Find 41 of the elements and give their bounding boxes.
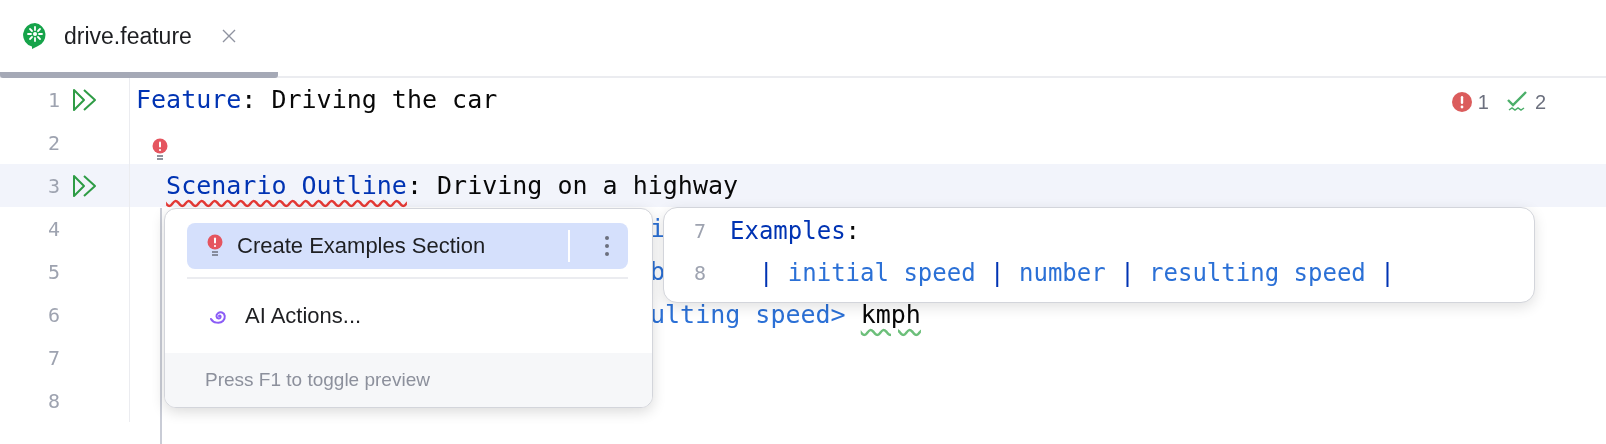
line-number: 4 [46,216,60,241]
close-icon[interactable] [221,29,236,43]
code-text: | [1380,259,1395,287]
lightbulb-icon [207,234,223,258]
code-text: : Driving the car [241,85,498,114]
line-number: 7 [46,345,60,370]
warning-count: 2 [1534,90,1546,114]
lightbulb-icon[interactable] [152,137,168,162]
code-text: resulting speed [1148,259,1367,287]
code-text: | [1120,259,1135,287]
line-number: 8 [692,261,706,285]
code-text: initial speed [786,259,977,287]
code-text: i [650,214,666,243]
more-icon[interactable] [604,234,610,258]
code-text: kmph [860,300,921,329]
line-number: 1 [46,87,60,112]
error-icon[interactable] [1451,92,1472,112]
code-text: | [758,259,774,287]
code-text: : Driving on a highway [406,171,739,200]
line-number: 6 [46,302,60,327]
line-number: 7 [692,219,706,243]
cucumber-icon [22,22,48,50]
menu-item[interactable]: Create Examples Section [187,223,628,269]
error-count: 1 [1477,90,1489,114]
code-text: | [990,259,1005,287]
code-text: : [845,217,861,245]
line-number: 2 [46,130,60,155]
code-text: number [1018,259,1107,287]
code-text: Examples [730,217,846,245]
run-icon[interactable] [72,87,98,112]
line-number: 8 [46,388,60,413]
line-number: 3 [46,173,60,198]
code-text: Feature [136,85,242,114]
menu-item[interactable]: AI Actions... [187,293,628,339]
editor-tab[interactable]: drive.feature [0,0,278,78]
check-icon[interactable] [1504,90,1529,114]
run-icon[interactable] [72,173,98,198]
code-text: Scenario Outline [166,171,407,200]
code-text: ulting speed> [650,300,847,329]
line-number: 5 [46,259,60,284]
popup-hint: Press F1 to toggle preview [165,353,652,407]
